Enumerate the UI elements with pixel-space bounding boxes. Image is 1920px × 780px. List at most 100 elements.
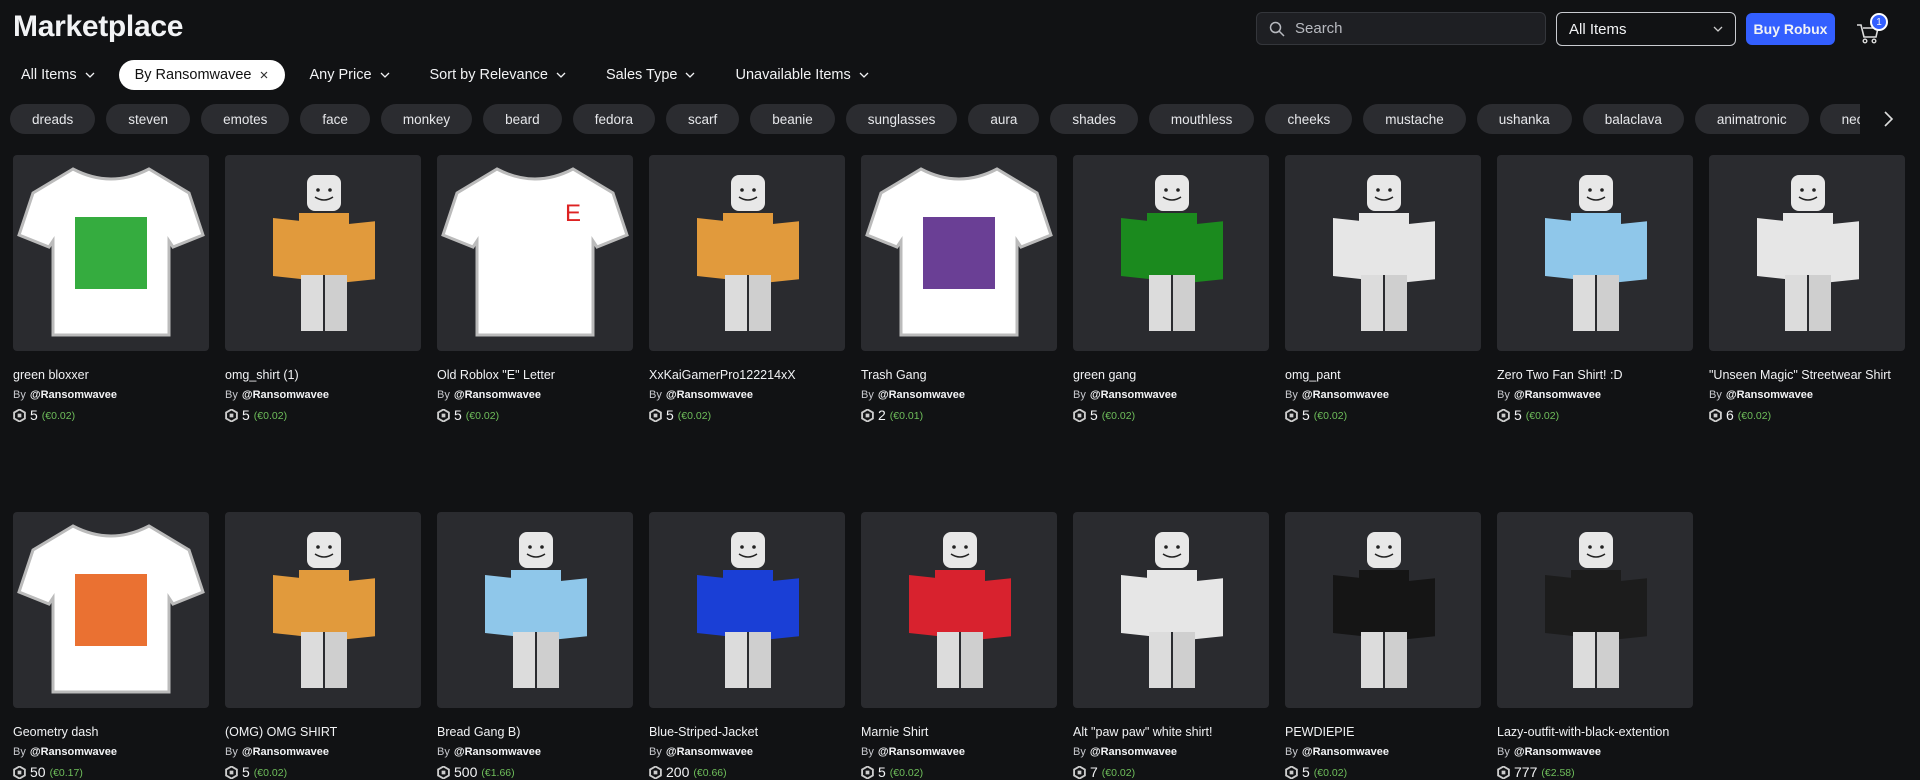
item-thumbnail[interactable] (1073, 512, 1269, 708)
creator-link[interactable]: @Ransomwavee (1726, 389, 1813, 401)
filter-sort-by-relevance[interactable]: Sort by Relevance (410, 60, 586, 90)
close-icon[interactable] (259, 70, 269, 80)
item-card[interactable]: Zero Two Fan Shirt! :D By @Ransomwavee 5 (€0… (1497, 155, 1693, 423)
item-name[interactable]: (OMG) OMG SHIRT (225, 725, 421, 739)
item-card[interactable]: E Old Roblox "E" Letter By @Ransomwavee 5 (€0… (437, 155, 633, 423)
filter-unavailable-items[interactable]: Unavailable Items (715, 60, 888, 90)
item-thumbnail[interactable] (1497, 155, 1693, 351)
item-card[interactable]: Marnie Shirt By @Ransomwavee 5 (€0.02) (861, 512, 1057, 780)
tag-chip[interactable]: dreads (10, 104, 96, 134)
item-card[interactable]: green gang By @Ransomwavee 5 (€0.02) (1073, 155, 1269, 423)
tag-chip[interactable]: beanie (750, 104, 835, 134)
creator-link[interactable]: @Ransomwavee (1090, 389, 1177, 401)
item-name[interactable]: XxKaiGamerPro122214xX (649, 368, 845, 382)
item-card[interactable]: "Unseen Magic" Streetwear Shirt By @Ransom… (1709, 155, 1905, 423)
creator-link[interactable]: @Ransomwavee (1302, 389, 1389, 401)
tag-chip[interactable]: scarf (665, 104, 740, 134)
item-name[interactable]: omg_pant (1285, 368, 1481, 382)
creator-link[interactable]: @Ransomwavee (242, 746, 329, 758)
item-name[interactable]: PEWDIEPIE (1285, 725, 1481, 739)
item-name[interactable]: green gang (1073, 368, 1269, 382)
item-thumbnail[interactable] (649, 512, 845, 708)
item-card[interactable]: Lazy-outfit-with-black-extention By @Ranso… (1497, 512, 1693, 780)
item-card[interactable]: Bread Gang B) By @Ransomwavee 500 (€1.66) (437, 512, 633, 780)
item-thumbnail[interactable] (649, 155, 845, 351)
creator-link[interactable]: @Ransomwavee (878, 746, 965, 758)
filter-by-ransomwavee[interactable]: By Ransomwavee (118, 60, 286, 90)
filter-any-price[interactable]: Any Price (289, 60, 409, 90)
item-name[interactable]: Old Roblox "E" Letter (437, 368, 633, 382)
creator-link[interactable]: @Ransomwavee (666, 389, 753, 401)
item-thumbnail[interactable] (13, 155, 209, 351)
tag-chip[interactable]: shades (1050, 104, 1138, 134)
tag-chip[interactable]: fedora (572, 104, 655, 134)
creator-link[interactable]: @Ransomwavee (1514, 746, 1601, 758)
item-card[interactable]: omg_pant By @Ransomwavee 5 (€0.02) (1285, 155, 1481, 423)
tag-chip[interactable]: balaclava (1582, 104, 1684, 134)
creator-link[interactable]: @Ransomwavee (30, 746, 117, 758)
item-name[interactable]: Bread Gang B) (437, 725, 633, 739)
filter-sales-type[interactable]: Sales Type (586, 60, 715, 90)
item-name[interactable]: Alt "paw paw" white shirt! (1073, 725, 1269, 739)
item-name[interactable]: "Unseen Magic" Streetwear Shirt (1709, 368, 1905, 382)
item-name[interactable]: omg_shirt (1) (225, 368, 421, 382)
creator-link[interactable]: @Ransomwavee (1302, 746, 1389, 758)
item-card[interactable]: Alt "paw paw" white shirt! By @Ransomwavee… (1073, 512, 1269, 780)
creator-link[interactable]: @Ransomwavee (242, 389, 329, 401)
creator-link[interactable]: @Ransomwavee (666, 746, 753, 758)
creator-link[interactable]: @Ransomwavee (1514, 389, 1601, 401)
tag-chip[interactable]: steven (106, 104, 191, 134)
item-card[interactable]: Blue-Striped-Jacket By @Ransomwavee 200 (€0.… (649, 512, 845, 780)
item-thumbnail[interactable] (1073, 155, 1269, 351)
tag-chip[interactable]: face (300, 104, 370, 134)
item-name[interactable]: Trash Gang (861, 368, 1057, 382)
item-name[interactable]: Lazy-outfit-with-black-extention (1497, 725, 1693, 739)
search-input[interactable]: Search (1256, 12, 1546, 45)
tag-chip[interactable]: sunglasses (845, 104, 958, 134)
item-thumbnail[interactable] (225, 512, 421, 708)
creator-link[interactable]: @Ransomwavee (1090, 746, 1177, 758)
item-card[interactable]: (OMG) OMG SHIRT By @Ransomwavee 5 (€0.02) (225, 512, 421, 780)
creator-link[interactable]: @Ransomwavee (454, 746, 541, 758)
item-card[interactable]: omg_shirt (1) By @Ransomwavee 5 (€0.02) (225, 155, 421, 423)
chevron-right-icon[interactable] (1878, 108, 1898, 130)
item-thumbnail[interactable] (1285, 155, 1481, 351)
item-thumbnail[interactable] (861, 155, 1057, 351)
tag-chip[interactable]: monkey (380, 104, 473, 134)
item-card[interactable]: Trash Gang By @Ransomwavee 2 (€0.01) (861, 155, 1057, 423)
item-name[interactable]: Blue-Striped-Jacket (649, 725, 845, 739)
item-thumbnail[interactable]: E (437, 155, 633, 351)
buy-robux-button[interactable]: Buy Robux (1746, 13, 1835, 45)
filter-all-items[interactable]: All Items (0, 60, 115, 90)
item-card[interactable]: Geometry dash By @Ransomwavee 50 (€0.17) (13, 512, 209, 780)
item-thumbnail[interactable] (225, 155, 421, 351)
category-select[interactable]: All Items (1556, 12, 1736, 46)
tag-chip[interactable]: emotes (201, 104, 290, 134)
item-thumbnail[interactable] (1285, 512, 1481, 708)
item-thumbnail[interactable] (13, 512, 209, 708)
item-thumbnail[interactable] (1497, 512, 1693, 708)
item-name[interactable]: Zero Two Fan Shirt! :D (1497, 368, 1693, 382)
item-name[interactable]: green bloxxer (13, 368, 209, 382)
fiat-price: (€0.02) (1101, 767, 1136, 779)
tag-chip[interactable]: necklace (1819, 104, 1860, 134)
item-name[interactable]: Geometry dash (13, 725, 209, 739)
robux-icon (1497, 408, 1510, 422)
item-card[interactable]: XxKaiGamerPro122214xX By @Ransomwavee 5 (€0.… (649, 155, 845, 423)
item-card[interactable]: PEWDIEPIE By @Ransomwavee 5 (€0.02) (1285, 512, 1481, 780)
tag-chip[interactable]: animatronic (1694, 104, 1809, 134)
item-thumbnail[interactable] (861, 512, 1057, 708)
tag-chip[interactable]: mustache (1363, 104, 1466, 134)
creator-link[interactable]: @Ransomwavee (454, 389, 541, 401)
tag-chip[interactable]: aura (968, 104, 1040, 134)
creator-link[interactable]: @Ransomwavee (30, 389, 117, 401)
item-card[interactable]: green bloxxer By @Ransomwavee 5 (€0.02) (13, 155, 209, 423)
tag-chip[interactable]: cheeks (1265, 104, 1353, 134)
tag-chip[interactable]: mouthless (1148, 104, 1255, 134)
creator-link[interactable]: @Ransomwavee (878, 389, 965, 401)
item-thumbnail[interactable] (1709, 155, 1905, 351)
tag-chip[interactable]: ushanka (1476, 104, 1572, 134)
item-thumbnail[interactable] (437, 512, 633, 708)
tag-chip[interactable]: beard (483, 104, 562, 134)
item-name[interactable]: Marnie Shirt (861, 725, 1057, 739)
